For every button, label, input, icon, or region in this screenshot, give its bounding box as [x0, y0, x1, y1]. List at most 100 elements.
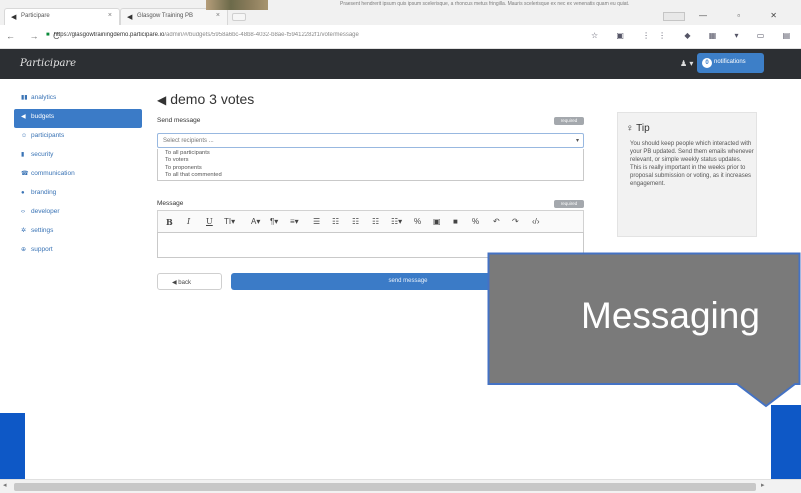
slide-background-left [0, 413, 25, 479]
ordered-list-button[interactable]: ☷ [332, 217, 339, 226]
video-button[interactable]: ■ [453, 217, 458, 226]
sidebar-item-label: settings [31, 227, 54, 234]
link-button[interactable]: % [414, 217, 421, 226]
sidebar: ▮▮ analytics ◀ budgets ☺ participants ▮ secu… [14, 90, 142, 261]
megaphone-icon: ◀ [127, 14, 133, 21]
horizontal-scrollbar[interactable]: ◂ ▸ [0, 479, 801, 493]
chart-icon: ▮▮ [21, 95, 28, 101]
browser-tab-participare[interactable]: ◀ Participare × [4, 8, 120, 25]
table-button[interactable]: ☷▾ [391, 217, 402, 226]
megaphone-icon: ◀ [11, 14, 17, 21]
banner-button[interactable] [663, 12, 685, 21]
notifications-count: 0 [702, 58, 712, 68]
banner-photo [206, 0, 268, 10]
sidebar-item-label: participants [31, 132, 65, 139]
banner-text: Praesent hendrerit ipsum quis ipsum scel… [340, 1, 630, 7]
redo-button[interactable]: ↷ [512, 217, 519, 226]
tip-panel: ♀ Tip You should keep people which inter… [617, 112, 757, 237]
sidebar-item-branding[interactable]: ● branding [14, 185, 142, 204]
italic-button[interactable]: I [187, 217, 190, 226]
back-button[interactable]: ◀ back [157, 273, 222, 290]
undo-button[interactable]: ↶ [493, 217, 500, 226]
extension-icons[interactable]: ☆ ▣ ⋮⋮ ◆ ▦ ▾ ▭ ▤ ▥ ● ⋮ [591, 31, 801, 40]
font-color-button[interactable]: A▾ [251, 217, 260, 226]
screen: ◀ Participare × ◀ Glasgow Training PB × … [0, 0, 801, 493]
sidebar-item-security[interactable]: ▮ security [14, 147, 142, 166]
align-button[interactable]: ≡▾ [290, 217, 299, 226]
sidebar-item-label: communication [31, 170, 75, 177]
close-tab-icon[interactable]: × [108, 12, 112, 19]
sidebar-item-settings[interactable]: ✲ settings [14, 223, 142, 242]
bold-button[interactable]: B [166, 217, 173, 227]
notifications-label: notifications [714, 59, 746, 65]
recipients-placeholder: Select recipients ... [163, 138, 214, 144]
user-menu[interactable]: ♟ ▾ [680, 59, 693, 68]
gear-icon: ✲ [21, 228, 27, 234]
code-icon: ‹› [21, 209, 25, 215]
tip-title: ♀ Tip [626, 123, 650, 134]
unordered-list-button[interactable]: ☰ [313, 217, 320, 226]
code-view-button[interactable]: ‹/› [532, 217, 540, 226]
megaphone-icon: ◀ [157, 93, 167, 107]
sidebar-item-label: developer [31, 208, 60, 215]
back-label: back [178, 280, 191, 286]
tip-title-text: Tip [636, 123, 650, 134]
close-tab-icon[interactable]: × [216, 12, 220, 19]
sidebar-item-developer[interactable]: ‹› developer [14, 204, 142, 223]
new-tab-button[interactable] [232, 13, 246, 21]
app-header: Participare ♟ ▾ 0 notifications [0, 49, 801, 79]
sidebar-item-analytics[interactable]: ▮▮ analytics [14, 90, 142, 109]
address-bar: ← → C ■ https://glasgowtrainingdemo.parti… [0, 25, 801, 49]
editor-toolbar: B I U TI▾ A▾ ¶▾ ≡▾ ☰ ☷ ☷ ☷ ☷▾ % ▣ ■ % ↶ … [157, 210, 584, 232]
brand-logo[interactable]: Participare [20, 58, 76, 69]
tab-label: Participare [21, 13, 50, 19]
lightbulb-icon: ♀ [626, 123, 637, 134]
callout-label: Messaging [581, 295, 760, 336]
font-size-button[interactable]: TI▾ [224, 217, 235, 226]
recipient-option[interactable]: To all that commented [165, 172, 583, 179]
window-controls[interactable]: — ▫ ✕ [699, 11, 791, 20]
sidebar-item-support[interactable]: ⊕ support [14, 242, 142, 261]
scroll-left-icon[interactable]: ◂ [3, 481, 7, 489]
recipient-option[interactable]: To proponents [165, 165, 583, 172]
required-badge: required [554, 117, 584, 125]
sidebar-item-label: branding [31, 189, 57, 196]
tab-label: Glasgow Training PB [137, 13, 194, 19]
lock-icon: ■ [46, 32, 50, 38]
underline-button[interactable]: U [206, 217, 213, 226]
slide-background-right [771, 405, 801, 479]
sidebar-item-budgets[interactable]: ◀ budgets [14, 109, 142, 128]
notifications-button[interactable]: 0 notifications [697, 53, 764, 73]
sidebar-item-label: budgets [31, 113, 55, 120]
sidebar-item-label: support [31, 246, 53, 253]
bullhorn-icon: ☎ [21, 171, 29, 177]
image-button[interactable]: ▣ [433, 217, 441, 226]
outdent-button[interactable]: ☷ [352, 217, 359, 226]
sidebar-item-communication[interactable]: ☎ communication [14, 166, 142, 185]
unlink-button[interactable]: % [472, 217, 479, 226]
page-title: ◀ demo 3 votes [157, 91, 254, 107]
recipient-option[interactable]: To voters [165, 157, 583, 164]
lifebuoy-icon: ⊕ [21, 247, 27, 253]
shield-icon: ▮ [21, 152, 25, 158]
paragraph-button[interactable]: ¶▾ [270, 217, 278, 226]
send-message-label: Send message [157, 117, 201, 124]
indent-button[interactable]: ☷ [372, 217, 379, 226]
url-path: /admin/#/budgets/5958a6bc-48b8-4032-b8ae… [164, 32, 359, 38]
message-label: Message [157, 200, 184, 207]
required-badge: required [554, 200, 584, 208]
recipients-options: To all participants To voters To propone… [157, 149, 584, 181]
sidebar-item-participants[interactable]: ☺ participants [14, 128, 142, 147]
page-title-text: demo 3 votes [170, 91, 255, 107]
url-field[interactable]: ■ https://glasgowtrainingdemo.participare… [46, 32, 566, 38]
chevron-down-icon: ▾ [575, 138, 579, 144]
sidebar-item-label: security [31, 151, 54, 158]
palette-icon: ● [21, 190, 25, 196]
scroll-right-icon[interactable]: ▸ [761, 481, 765, 489]
scrollbar-thumb[interactable] [14, 483, 756, 491]
recipient-option[interactable]: To all participants [165, 150, 583, 157]
recipients-select[interactable]: Select recipients ... ▾ [157, 133, 584, 148]
browser-tab-strip: ◀ Participare × ◀ Glasgow Training PB × … [0, 0, 801, 25]
browser-tab-glasgow[interactable]: ◀ Glasgow Training PB × [120, 8, 228, 25]
user-icon: ☺ [21, 133, 28, 139]
